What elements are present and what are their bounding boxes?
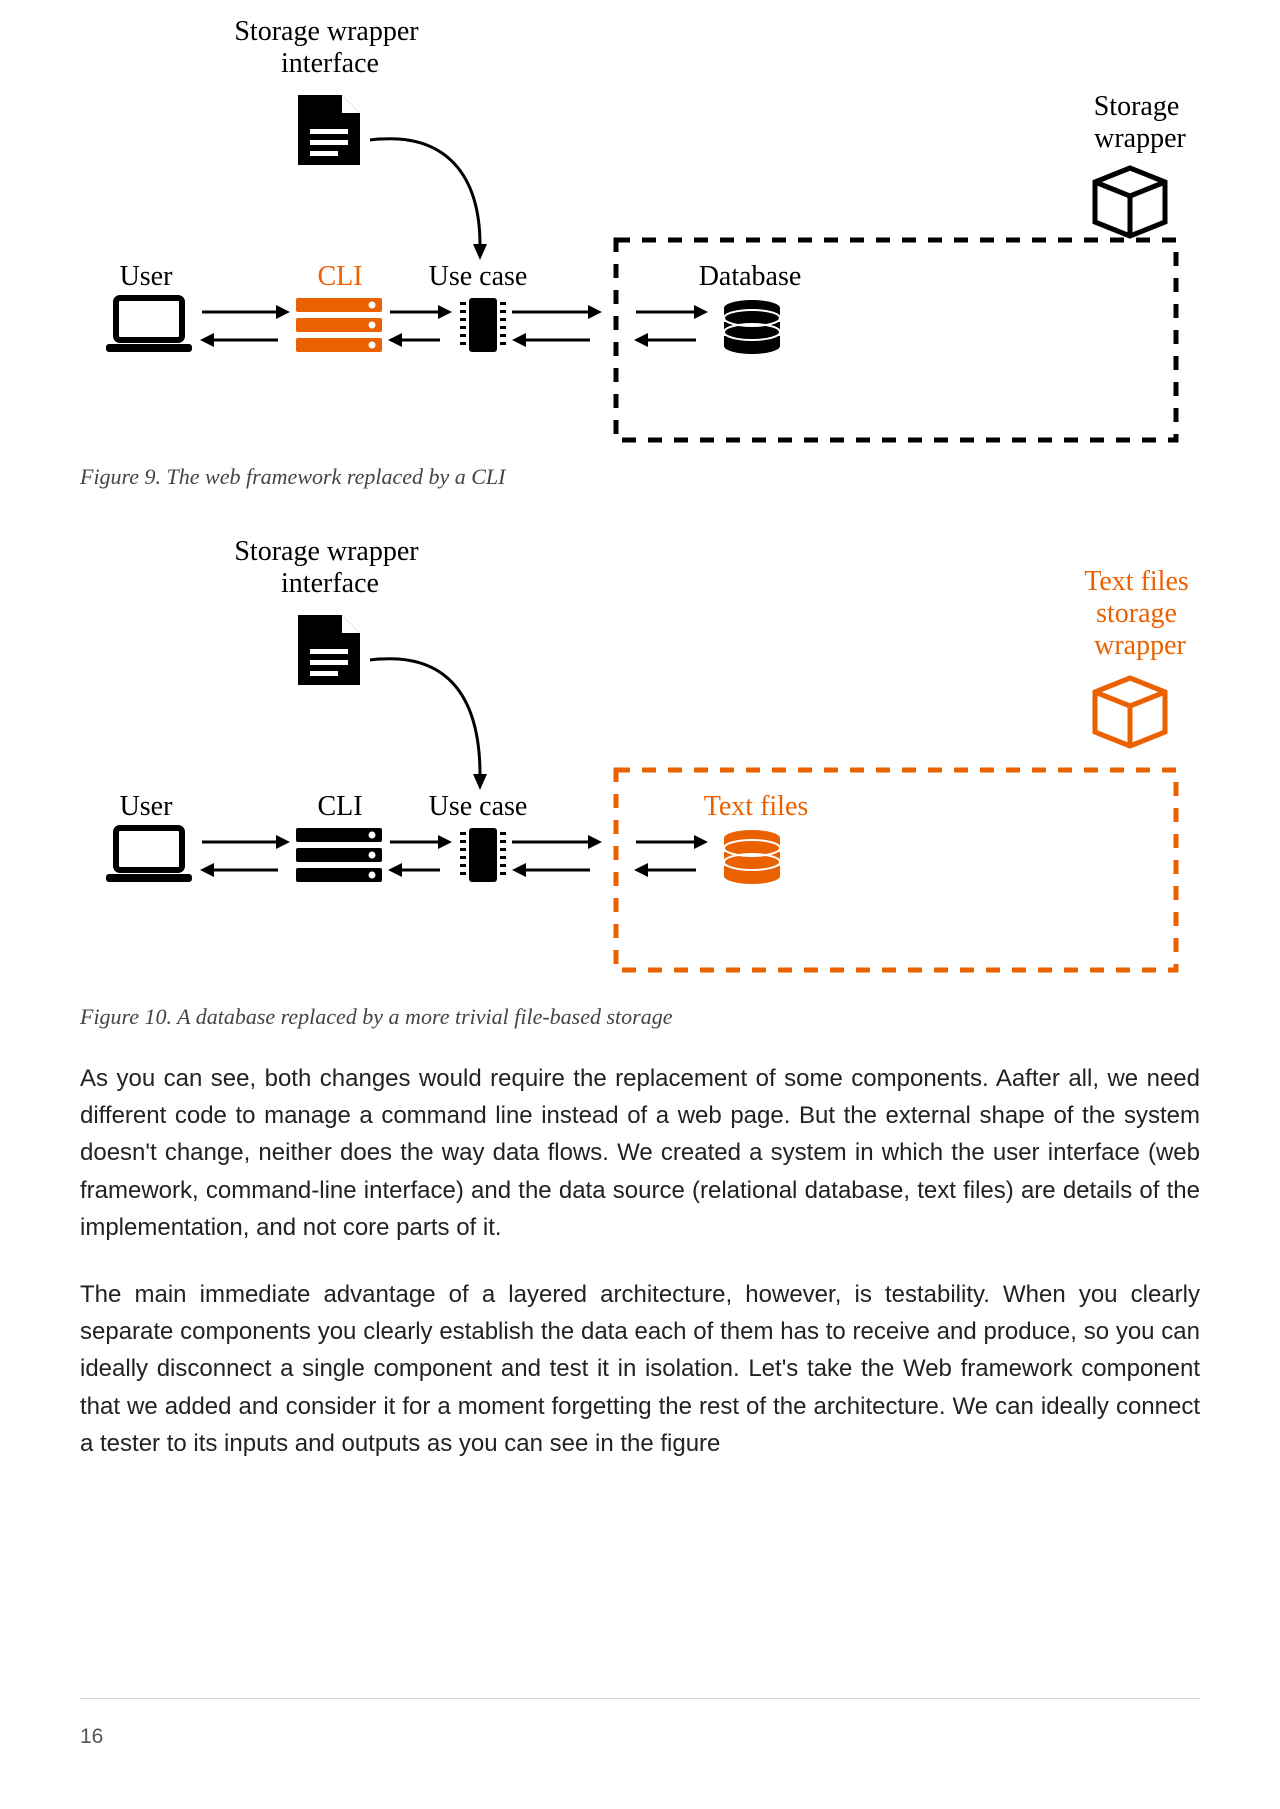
document-icon <box>298 95 360 165</box>
database-icon <box>724 830 780 884</box>
label-cli: CLI <box>317 791 362 822</box>
curve-arrow-interface-to-usecase <box>370 139 487 260</box>
page-number: 16 <box>80 1725 103 1749</box>
document-icon <box>298 615 360 685</box>
arrow-boundary-to-files <box>636 835 708 849</box>
figure-10: Storage wrapper interface Text files sto… <box>80 520 1200 1030</box>
dashed-boundary <box>616 770 1176 970</box>
cube-icon <box>1095 168 1165 236</box>
arrow-usecase-in1 <box>512 863 590 877</box>
footer-rule <box>80 1698 1200 1699</box>
figure-10-caption: Figure 10. A database replaced by a more… <box>80 1004 1200 1030</box>
arrow-boundary-to-db <box>636 305 708 319</box>
paragraph-1: As you can see, both changes would requi… <box>80 1060 1200 1246</box>
label-text-files-wrapper: Text files storage wrapper <box>1084 566 1196 661</box>
arrow-cli-to-user <box>200 333 278 347</box>
laptop-icon <box>106 298 192 352</box>
label-storage-wrapper-interface: Storage wrapper interface <box>234 16 425 79</box>
arrow-usecase-out1 <box>512 835 602 849</box>
figure-9-diagram: Storage wrapper interface Storage wrappe… <box>80 0 1200 450</box>
figure-10-diagram: Storage wrapper interface Text files sto… <box>80 520 1200 990</box>
curve-arrow-interface-to-usecase <box>370 659 487 790</box>
label-cli: CLI <box>317 261 362 292</box>
server-icon <box>296 828 382 882</box>
arrow-usecase-out1 <box>512 305 602 319</box>
label-user: User <box>120 261 174 292</box>
chip-icon <box>460 298 506 352</box>
label-usecase: Use case <box>429 791 528 822</box>
figure-9: Storage wrapper interface Storage wrappe… <box>80 0 1200 490</box>
paragraph-2: The main immediate advantage of a layere… <box>80 1276 1200 1462</box>
label-usecase: Use case <box>429 261 528 292</box>
arrow-usecase-to-cli <box>388 333 440 347</box>
arrow-user-to-cli <box>202 305 290 319</box>
arrow-cli-to-usecase <box>390 835 452 849</box>
label-database: Database <box>699 261 802 292</box>
arrow-usecase-in1 <box>512 333 590 347</box>
arrow-cli-to-user <box>200 863 278 877</box>
arrow-files-to-boundary <box>634 863 696 877</box>
arrow-usecase-to-cli <box>388 863 440 877</box>
arrow-db-to-boundary <box>634 333 696 347</box>
cube-icon <box>1095 678 1165 746</box>
chip-icon <box>460 828 506 882</box>
label-storage-wrapper-interface: Storage wrapper interface <box>234 536 425 599</box>
label-text-files: Text files <box>704 791 809 822</box>
server-icon <box>296 298 382 352</box>
label-storage-wrapper: Storage wrapper <box>1094 91 1187 154</box>
laptop-icon <box>106 828 192 882</box>
label-user: User <box>120 791 174 822</box>
figure-9-caption: Figure 9. The web framework replaced by … <box>80 464 1200 490</box>
database-icon <box>724 300 780 354</box>
arrow-user-to-cli <box>202 835 290 849</box>
arrow-cli-to-usecase <box>390 305 452 319</box>
